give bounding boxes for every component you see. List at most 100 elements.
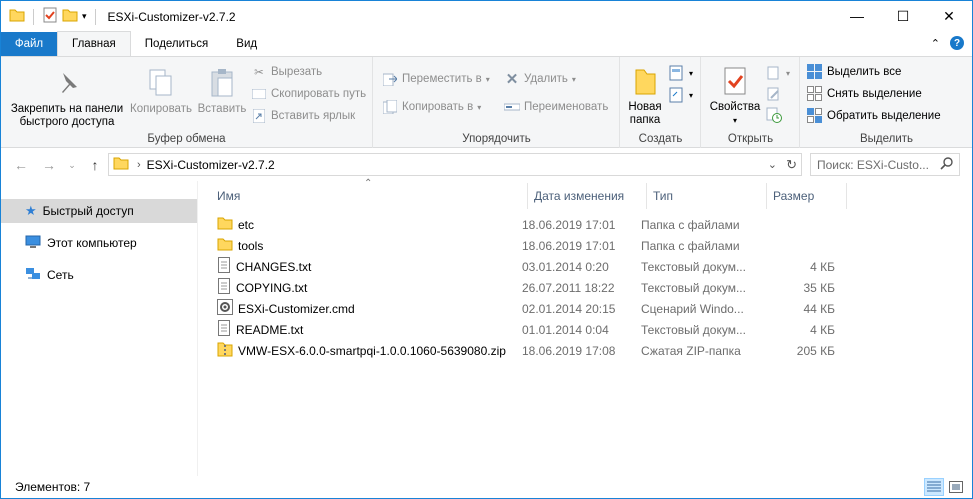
- file-date: 26.07.2011 18:22: [522, 280, 615, 295]
- file-size: 4 КБ: [810, 322, 835, 337]
- properties-check-icon[interactable]: [42, 7, 58, 26]
- tab-share[interactable]: Поделиться: [131, 32, 223, 56]
- file-type: Текстовый докум...: [641, 280, 746, 295]
- pin-button[interactable]: Закрепить на панели быстрого доступа: [7, 67, 127, 129]
- delete-button[interactable]: ✕ Удалить ▾: [504, 69, 576, 89]
- zip-folder-icon: [217, 341, 233, 360]
- file-name-cell: COPYING.txt: [213, 277, 522, 298]
- paste-button[interactable]: Вставить: [195, 67, 249, 116]
- large-icons-view-icon[interactable]: [946, 478, 966, 496]
- column-header-type[interactable]: Тип: [647, 183, 767, 209]
- customize-dropdown-icon[interactable]: ▾: [82, 11, 87, 22]
- tab-file[interactable]: Файл: [1, 32, 57, 56]
- pin-label: Закрепить на панели быстрого доступа: [10, 103, 124, 128]
- table-row[interactable]: tools 18.06.2019 17:01 Папка с файлами: [213, 235, 853, 256]
- refresh-icon[interactable]: ↻: [786, 157, 797, 173]
- search-input[interactable]: Поиск: ESXi-Custo...: [810, 153, 960, 176]
- divider: [33, 8, 34, 25]
- move-to-button[interactable]: Переместить в ▾: [382, 69, 490, 89]
- paste-shortcut-button[interactable]: Вставить ярлык: [251, 106, 355, 126]
- search-placeholder: Поиск: ESXi-Custo...: [817, 157, 929, 172]
- select-all-button[interactable]: Выделить все: [807, 62, 901, 82]
- table-row[interactable]: etc 18.06.2019 17:01 Папка с файлами: [213, 214, 853, 235]
- move-to-label: Переместить в: [402, 73, 482, 85]
- up-arrow-icon[interactable]: ↑: [83, 153, 107, 177]
- file-name-cell: ESXi-Customizer.cmd: [213, 298, 522, 319]
- file-type: Текстовый докум...: [641, 322, 746, 337]
- cut-button[interactable]: ✂ Вырезать: [251, 62, 322, 82]
- window-title: ESXi-Customizer-v2.7.2: [107, 9, 236, 24]
- new-folder-label: Новая папка: [628, 101, 662, 126]
- table-row[interactable]: README.txt 01.01.2014 0:04 Текстовый док…: [213, 319, 853, 340]
- copy-label: Копировать: [130, 103, 192, 115]
- file-size: 35 КБ: [803, 280, 835, 295]
- table-row[interactable]: ESXi-Customizer.cmd 02.01.2014 20:15 Сце…: [213, 298, 853, 319]
- create-group-label: Создать: [638, 133, 683, 145]
- paste-label: Вставить: [197, 103, 247, 115]
- rename-button[interactable]: Переименовать: [504, 97, 608, 117]
- history-button[interactable]: [766, 105, 782, 125]
- table-row[interactable]: VMW-ESX-6.0.0-smartpqi-1.0.0.1060-563908…: [213, 340, 853, 361]
- address-box[interactable]: › ESXi-Customizer-v2.7.2 ⌄ ↻: [108, 153, 802, 176]
- file-name-cell: CHANGES.txt: [213, 256, 522, 277]
- column-header-name[interactable]: Имя: [199, 183, 528, 209]
- new-folder-icon[interactable]: [62, 8, 78, 25]
- navigation-pane: ★ Быстрый доступ Этот компьютер Сеть: [1, 181, 198, 476]
- nav-item-quick-access[interactable]: ★ Быстрый доступ: [1, 199, 197, 223]
- address-dropdown-icon[interactable]: ⌄: [768, 158, 777, 171]
- new-folder-button[interactable]: Новая папка: [623, 65, 667, 127]
- easy-access-button[interactable]: ▾: [669, 85, 693, 105]
- nav-item-this-pc[interactable]: Этот компьютер: [1, 231, 197, 255]
- file-type: Сценарий Windo...: [641, 301, 744, 316]
- dropdown-arrow-icon: ▾: [571, 74, 576, 84]
- organize-group-label: Упорядочить: [462, 133, 531, 145]
- file-name: README.txt: [236, 322, 304, 337]
- address-bar-row: ← → ⌄ ↑ › ESXi-Customizer-v2.7.2 ⌄ ↻ Пои…: [1, 149, 972, 181]
- help-icon[interactable]: ?: [950, 36, 964, 50]
- copy-to-label: Копировать в: [402, 101, 474, 113]
- new-item-button[interactable]: ▾: [669, 63, 693, 83]
- properties-button[interactable]: Свойства ▾: [706, 65, 764, 127]
- folder-icon: [113, 156, 129, 173]
- edit-button[interactable]: [766, 84, 782, 104]
- file-size: 4 КБ: [810, 259, 835, 274]
- file-size: [759, 214, 835, 235]
- tab-home[interactable]: Главная: [57, 31, 131, 56]
- forward-arrow-icon[interactable]: →: [37, 153, 61, 177]
- window-controls: — ☐ ✕: [834, 1, 972, 31]
- folder-icon: [9, 8, 25, 25]
- breadcrumb-chevron-icon[interactable]: ›: [137, 159, 141, 171]
- select-none-button[interactable]: Снять выделение: [807, 84, 922, 104]
- recent-dropdown-icon[interactable]: ⌄: [65, 153, 79, 177]
- copy-to-button[interactable]: Копировать в ▾: [382, 97, 481, 117]
- cut-label: Вырезать: [271, 66, 323, 78]
- column-header-date[interactable]: Дата изменения: [528, 183, 647, 209]
- file-name: COPYING.txt: [236, 280, 308, 295]
- back-arrow-icon[interactable]: ←: [9, 153, 33, 177]
- open-icon: [766, 65, 782, 81]
- breadcrumb[interactable]: ESXi-Customizer-v2.7.2: [147, 158, 275, 172]
- maximize-button[interactable]: ☐: [880, 1, 926, 31]
- minimize-button[interactable]: —: [834, 1, 880, 31]
- folder-icon: [217, 216, 233, 233]
- copy-button[interactable]: Копировать: [129, 67, 193, 116]
- properties-icon: [719, 65, 751, 97]
- file-date: 18.06.2019 17:01: [522, 238, 616, 253]
- file-name: tools: [238, 238, 264, 253]
- details-view-icon[interactable]: [924, 478, 944, 496]
- copy-path-button[interactable]: Скопировать путь: [251, 84, 366, 104]
- tab-view[interactable]: Вид: [222, 32, 271, 56]
- chevron-up-icon[interactable]: ⌃: [931, 37, 940, 50]
- file-name: etc: [238, 217, 255, 232]
- copy-icon: [145, 67, 177, 99]
- column-header-size[interactable]: Размер: [767, 183, 847, 209]
- table-row[interactable]: COPYING.txt 26.07.2011 18:22 Текстовый д…: [213, 277, 853, 298]
- close-button[interactable]: ✕: [926, 1, 972, 31]
- open-group: Свойства ▾ ▾ Открыть: [702, 57, 800, 148]
- nav-item-network[interactable]: Сеть: [1, 263, 197, 287]
- open-button[interactable]: ▾: [766, 63, 790, 83]
- table-row[interactable]: CHANGES.txt 03.01.2014 0:20 Текстовый до…: [213, 256, 853, 277]
- column-headers: Имя Дата изменения Тип Размер: [199, 183, 851, 209]
- invert-selection-button[interactable]: Обратить выделение: [807, 106, 941, 126]
